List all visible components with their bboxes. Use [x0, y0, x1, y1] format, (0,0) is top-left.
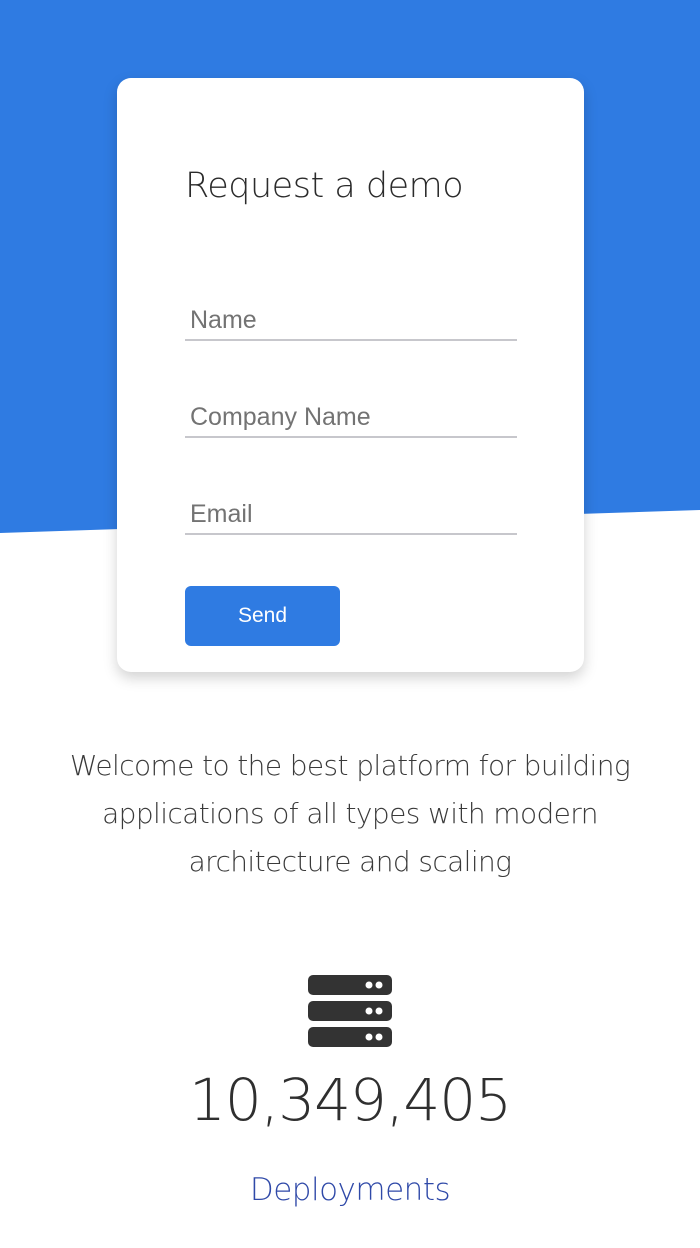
server-icon [308, 975, 392, 1047]
deployments-label: Deployments [249, 1172, 451, 1208]
company-name-input[interactable] [185, 398, 517, 438]
demo-form-title: Request a demo [185, 166, 464, 206]
intro-text: Welcome to the best platform for buildin… [69, 749, 631, 878]
page: Request a demo Send Welcome to the best … [0, 0, 700, 1248]
demo-request-card: Request a demo Send [117, 78, 584, 672]
name-input[interactable] [185, 301, 517, 341]
deployments-count: 10,349,405 [188, 1066, 512, 1134]
send-button[interactable]: Send [185, 586, 340, 646]
email-input[interactable] [185, 495, 517, 535]
